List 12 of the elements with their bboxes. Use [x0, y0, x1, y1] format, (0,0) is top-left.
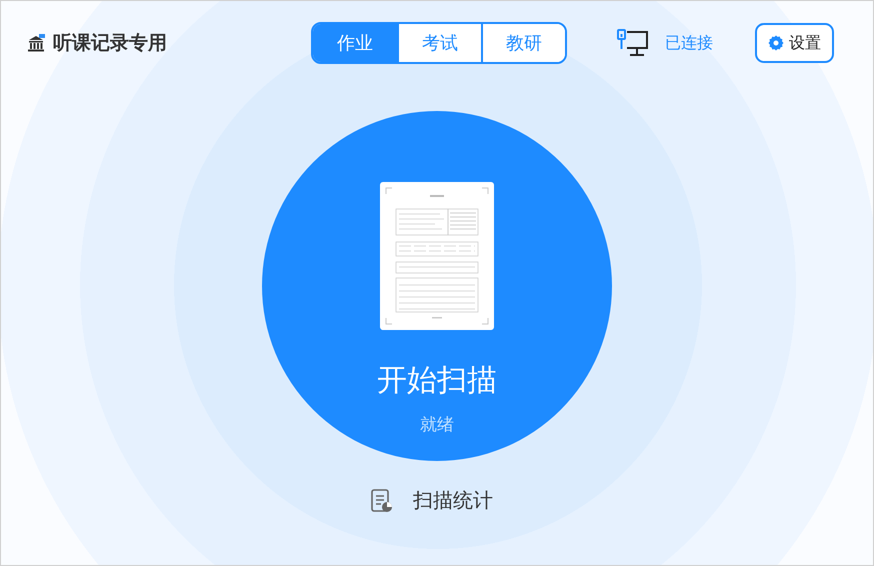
scan-statistics-link[interactable]: 扫描统计: [413, 487, 493, 514]
monitor-icon: [617, 28, 649, 58]
settings-button[interactable]: 设置: [755, 23, 834, 63]
settings-icon: [768, 35, 784, 51]
connection-status: 已连接: [665, 32, 713, 54]
start-scan-button[interactable]: 开始扫描 就绪: [262, 111, 612, 461]
school-building-icon: [27, 34, 47, 52]
tab[interactable]: 作业: [313, 24, 397, 62]
report-chart-icon: [371, 488, 393, 512]
scan-status: 就绪: [420, 414, 454, 436]
app-title: 听课记录专用: [53, 31, 167, 56]
tab[interactable]: 教研: [481, 24, 565, 62]
